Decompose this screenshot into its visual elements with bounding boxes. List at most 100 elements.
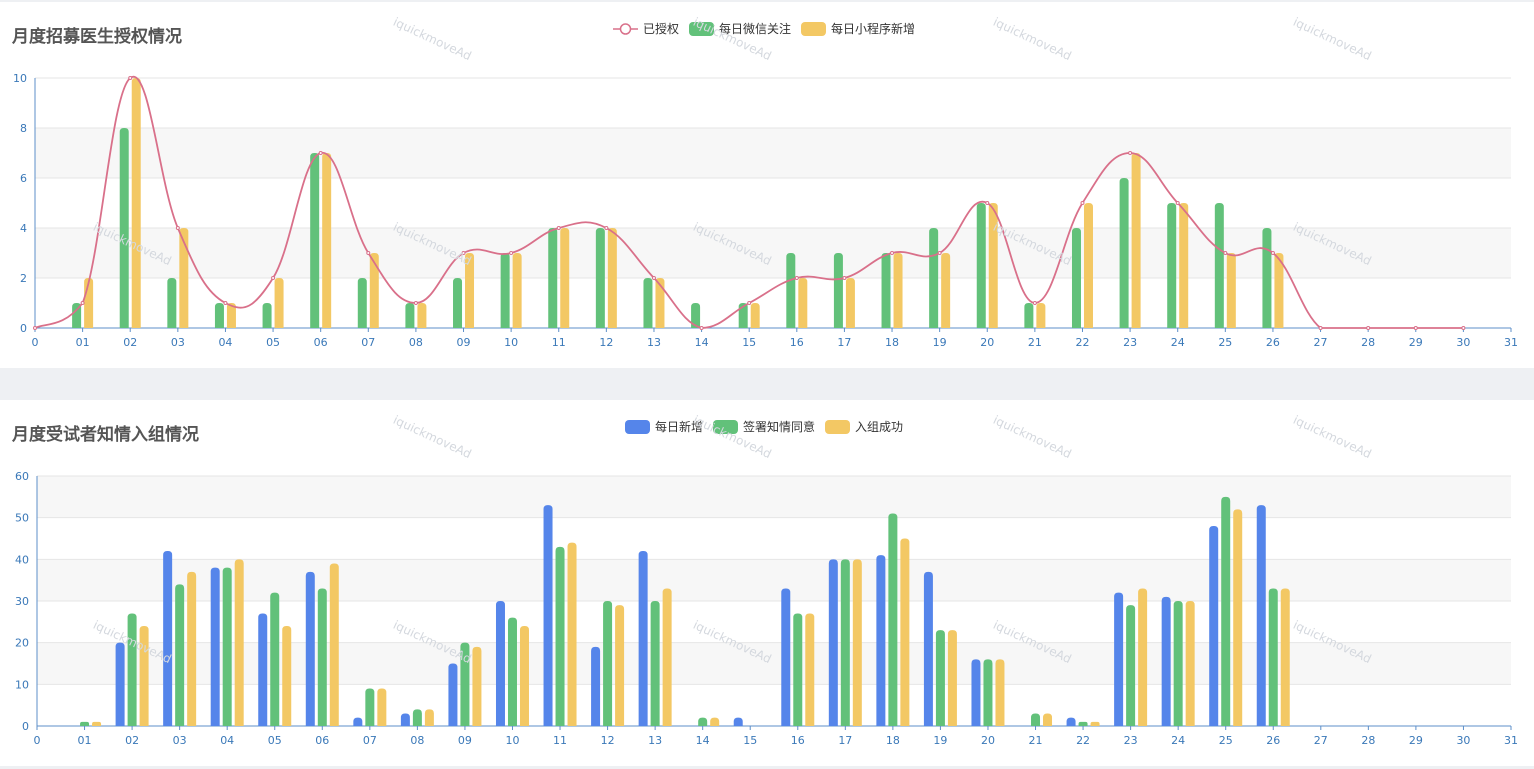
line-point[interactable] bbox=[1080, 201, 1085, 205]
bar[interactable] bbox=[947, 630, 957, 726]
bar[interactable] bbox=[424, 709, 434, 726]
bar[interactable] bbox=[353, 717, 363, 726]
bar[interactable] bbox=[1179, 203, 1189, 328]
bar[interactable] bbox=[222, 567, 232, 726]
bar[interactable] bbox=[282, 626, 292, 726]
line-point[interactable] bbox=[842, 276, 847, 280]
bar[interactable] bbox=[733, 717, 743, 726]
line-point[interactable] bbox=[985, 201, 990, 205]
bar[interactable] bbox=[1173, 601, 1183, 726]
line-point[interactable] bbox=[413, 301, 418, 305]
bar[interactable] bbox=[119, 128, 129, 328]
bar[interactable] bbox=[881, 253, 891, 328]
bar[interactable] bbox=[971, 659, 981, 726]
bar[interactable] bbox=[1262, 228, 1272, 328]
bar[interactable] bbox=[1226, 253, 1236, 328]
bar[interactable] bbox=[175, 584, 185, 726]
bar[interactable] bbox=[167, 278, 177, 328]
bar[interactable] bbox=[234, 559, 244, 726]
bar[interactable] bbox=[1119, 178, 1129, 328]
line-point[interactable] bbox=[604, 226, 609, 230]
bar[interactable] bbox=[495, 601, 505, 726]
line-point[interactable] bbox=[223, 301, 228, 305]
bar[interactable] bbox=[210, 567, 220, 726]
bar[interactable] bbox=[1078, 721, 1088, 726]
legend-item[interactable]: 已授权 bbox=[613, 21, 679, 36]
bar[interactable] bbox=[1024, 303, 1034, 328]
bar[interactable] bbox=[507, 617, 517, 726]
legend-item[interactable]: 每日新增 bbox=[625, 419, 703, 434]
bar[interactable] bbox=[1066, 717, 1076, 726]
bar[interactable] bbox=[405, 303, 415, 328]
bar[interactable] bbox=[417, 303, 427, 328]
bar[interactable] bbox=[1036, 303, 1046, 328]
bar[interactable] bbox=[512, 253, 522, 328]
line-point[interactable] bbox=[556, 226, 561, 230]
bar[interactable] bbox=[1083, 203, 1093, 328]
line-point[interactable] bbox=[1318, 326, 1323, 330]
bar[interactable] bbox=[643, 278, 653, 328]
bar[interactable] bbox=[935, 630, 945, 726]
bar[interactable] bbox=[976, 203, 986, 328]
bar[interactable] bbox=[852, 559, 862, 726]
line-point[interactable] bbox=[366, 251, 371, 255]
bar[interactable] bbox=[995, 659, 1005, 726]
bar[interactable] bbox=[786, 253, 796, 328]
line-point[interactable] bbox=[128, 76, 133, 80]
bar[interactable] bbox=[214, 303, 224, 328]
bar[interactable] bbox=[828, 559, 838, 726]
bar[interactable] bbox=[781, 588, 791, 727]
bar[interactable] bbox=[115, 642, 125, 726]
line-point[interactable] bbox=[1128, 151, 1133, 155]
line-point[interactable] bbox=[1366, 326, 1371, 330]
bar[interactable] bbox=[258, 613, 268, 727]
bar[interactable] bbox=[615, 605, 625, 726]
bar[interactable] bbox=[941, 253, 951, 328]
bar[interactable] bbox=[543, 505, 553, 726]
line-point[interactable] bbox=[33, 326, 37, 330]
bar[interactable] bbox=[1280, 588, 1290, 727]
bar[interactable] bbox=[840, 559, 850, 726]
line-point[interactable] bbox=[1032, 301, 1037, 305]
bar[interactable] bbox=[893, 253, 903, 328]
bar[interactable] bbox=[453, 278, 463, 328]
bar[interactable] bbox=[1043, 713, 1053, 727]
bar[interactable] bbox=[305, 571, 315, 726]
bar[interactable] bbox=[888, 513, 898, 727]
bar[interactable] bbox=[357, 278, 367, 328]
bar[interactable] bbox=[322, 153, 332, 328]
bar[interactable] bbox=[750, 303, 760, 328]
line-point[interactable] bbox=[80, 301, 85, 305]
bar[interactable] bbox=[1167, 203, 1177, 328]
bar[interactable] bbox=[274, 278, 284, 328]
line-point[interactable] bbox=[175, 226, 180, 230]
bar[interactable] bbox=[591, 646, 601, 726]
bar[interactable] bbox=[662, 588, 672, 727]
line-point[interactable] bbox=[651, 276, 656, 280]
bar[interactable] bbox=[833, 253, 843, 328]
bar[interactable] bbox=[1131, 153, 1141, 328]
line-point[interactable] bbox=[1413, 326, 1418, 330]
bar[interactable] bbox=[412, 709, 422, 726]
bar[interactable] bbox=[1256, 505, 1266, 726]
bar[interactable] bbox=[80, 721, 90, 726]
line-point[interactable] bbox=[794, 276, 799, 280]
bar[interactable] bbox=[365, 688, 375, 727]
bar[interactable] bbox=[310, 153, 320, 328]
bar[interactable] bbox=[131, 78, 141, 328]
line-point[interactable] bbox=[1175, 201, 1180, 205]
bar[interactable] bbox=[377, 688, 387, 727]
bar[interactable] bbox=[548, 228, 558, 328]
bar[interactable] bbox=[845, 278, 855, 328]
bar[interactable] bbox=[555, 546, 565, 726]
bar[interactable] bbox=[1126, 605, 1136, 726]
line-point[interactable] bbox=[890, 251, 895, 255]
bar[interactable] bbox=[329, 563, 339, 727]
bar[interactable] bbox=[519, 626, 529, 726]
bar[interactable] bbox=[595, 228, 605, 328]
bar[interactable] bbox=[805, 613, 815, 727]
line-point[interactable] bbox=[937, 251, 942, 255]
bar[interactable] bbox=[500, 253, 510, 328]
bar[interactable] bbox=[163, 551, 173, 726]
bar[interactable] bbox=[793, 613, 803, 727]
